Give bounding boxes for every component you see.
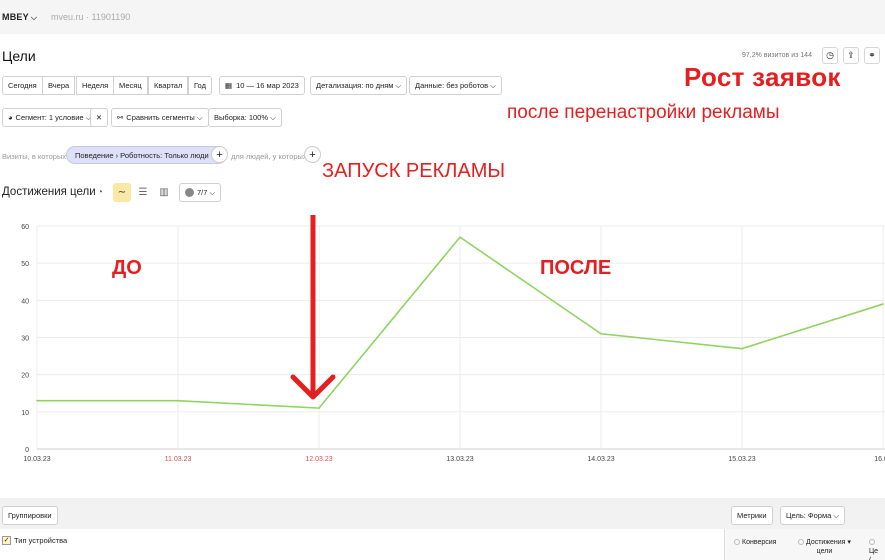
y-tick-label: 40	[21, 298, 29, 305]
before-annotation: ДО	[112, 257, 142, 279]
x-tick-label: 13.03.23	[446, 456, 473, 463]
filter-pill[interactable]: Поведение › Роботность: Только люди×	[66, 146, 228, 164]
series-count: 7/7 ⌵	[197, 187, 216, 197]
compare-icon: ⚯	[117, 113, 124, 122]
segment-select[interactable]: ◕ Сегмент: 1 условие ⌵	[2, 108, 98, 127]
x-tick-label: 12.03.23	[305, 456, 332, 463]
date-range-button[interactable]: ▦ 10 — 16 мар 2023	[219, 76, 305, 95]
period-year-button[interactable]: Год	[188, 76, 212, 95]
x-tick-label: 11.03.23	[165, 456, 192, 463]
column-conversion-label: Конверсия	[742, 539, 777, 546]
x-tick-label: 15.03.23	[728, 456, 755, 463]
data-point	[318, 407, 320, 409]
counter-selector[interactable]: MBEY ⌵	[2, 12, 37, 23]
detail-select[interactable]: Детализация: по дням ⌵	[310, 76, 408, 95]
close-icon: ✕	[95, 113, 103, 122]
after-annotation: ПОСЛЕ	[540, 257, 611, 279]
groupings-button[interactable]: Группировки	[2, 506, 58, 525]
pie-chart-view-icon[interactable]: ◔	[91, 183, 109, 202]
sample-select[interactable]: Выборка: 100% ⌵	[208, 108, 282, 127]
radio-icon	[798, 539, 804, 546]
column-partial-label: Це	[869, 548, 879, 555]
data-point	[741, 347, 743, 350]
data-point	[177, 399, 179, 402]
column-conversion[interactable]: Конверсия	[734, 538, 776, 547]
top-bar: MBEY ⌵ mveu.ru · 11901190	[0, 0, 885, 34]
period-quarter-button[interactable]: Квартал	[148, 76, 189, 95]
series-dot-icon	[185, 188, 194, 197]
y-tick-label: 60	[21, 224, 29, 231]
data-point	[882, 303, 884, 305]
y-tick-label: 30	[21, 336, 29, 343]
period-today-button[interactable]: Сегодня	[2, 76, 43, 95]
compare-segments-button[interactable]: ⚯ Сравнить сегменты ⌵	[111, 108, 209, 127]
device-type-row[interactable]: ✓ Тип устройства	[2, 536, 67, 545]
bar-view-icon[interactable]: ▥	[155, 183, 173, 202]
radio-icon	[869, 539, 875, 546]
date-range-label: 10 — 16 мар 2023	[236, 81, 299, 90]
add-visit-filter-button[interactable]: +	[211, 146, 228, 163]
x-tick-label: 10.03.23	[23, 456, 50, 463]
radio-icon	[734, 539, 740, 546]
people-filter-label: для людей, у которых	[231, 152, 307, 161]
annotation-title: Рост заявок	[684, 62, 841, 92]
goals-line-chart: 0 10 20 30 40 50 60 10.03.23 11.03.23 12.03.23 13.…	[21, 215, 885, 463]
stacked-view-icon[interactable]: ☰	[134, 183, 152, 202]
plus-icon: +	[309, 148, 316, 161]
visits-note: 97,2% визитов из 144	[742, 52, 812, 59]
share-icon[interactable]: ⚭	[864, 47, 880, 64]
y-tick-label: 20	[21, 373, 29, 380]
goal-section-label: Достижения цели	[2, 186, 96, 198]
segment-clear-button[interactable]: ✕	[90, 108, 108, 127]
column-achievements-label-2: цели	[816, 548, 833, 555]
period-yesterday-button[interactable]: Вчера	[42, 76, 76, 95]
series-select[interactable]: 7/7 ⌵	[179, 183, 222, 202]
column-achievements[interactable]: Достижения ▾ цели	[798, 538, 851, 556]
x-tick-label: 16.03	[874, 456, 885, 463]
y-tick-label: 10	[21, 410, 29, 417]
metrics-button[interactable]: Метрики	[731, 506, 773, 525]
data-point	[600, 332, 602, 335]
device-type-label: Тип устройства	[14, 536, 68, 545]
filter-pill-label: Поведение › Роботность: Только люди	[75, 150, 209, 160]
page-title: Цели	[2, 48, 36, 64]
export-icon[interactable]: ⇪	[843, 47, 859, 64]
column-achievements-label: Достижения ▾	[806, 539, 851, 546]
add-people-filter-button[interactable]: +	[304, 146, 321, 163]
y-tick-label: 50	[21, 261, 29, 268]
y-tick-label: 0	[25, 447, 29, 454]
column-partial[interactable]: Це(	[869, 538, 885, 560]
segment-label: Сегмент: 1 условие ⌵	[15, 112, 92, 122]
counter-name: MBEY	[2, 12, 29, 22]
line-chart-view-icon[interactable]: ∼	[113, 183, 131, 202]
goal-select[interactable]: Цель: Форма ⌵	[780, 506, 846, 525]
plus-icon: +	[216, 148, 223, 161]
data-point	[36, 399, 38, 402]
compare-label: Сравнить сегменты ⌵	[126, 112, 203, 122]
x-tick-label: 14.03.23	[587, 456, 614, 463]
data-point	[459, 236, 461, 238]
visits-filter-label: Визиты, в которых	[2, 152, 67, 161]
chevron-down-icon: ⌵	[30, 13, 38, 22]
period-week-button[interactable]: Неделя	[76, 76, 115, 95]
calendar-icon: ▦	[225, 81, 233, 90]
launch-annotation: ЗАПУСК РЕКЛАМЫ	[322, 160, 506, 182]
annotation-subtitle: после перенастройки рекламы	[507, 102, 780, 123]
site-id: mveu.ru · 11901190	[51, 12, 131, 22]
pie-icon: ◕	[8, 113, 13, 122]
period-month-button[interactable]: Месяц	[113, 76, 148, 95]
checkbox-icon[interactable]: ✓	[2, 536, 11, 545]
data-filter-select[interactable]: Данные: без роботов ⌵	[409, 76, 502, 95]
